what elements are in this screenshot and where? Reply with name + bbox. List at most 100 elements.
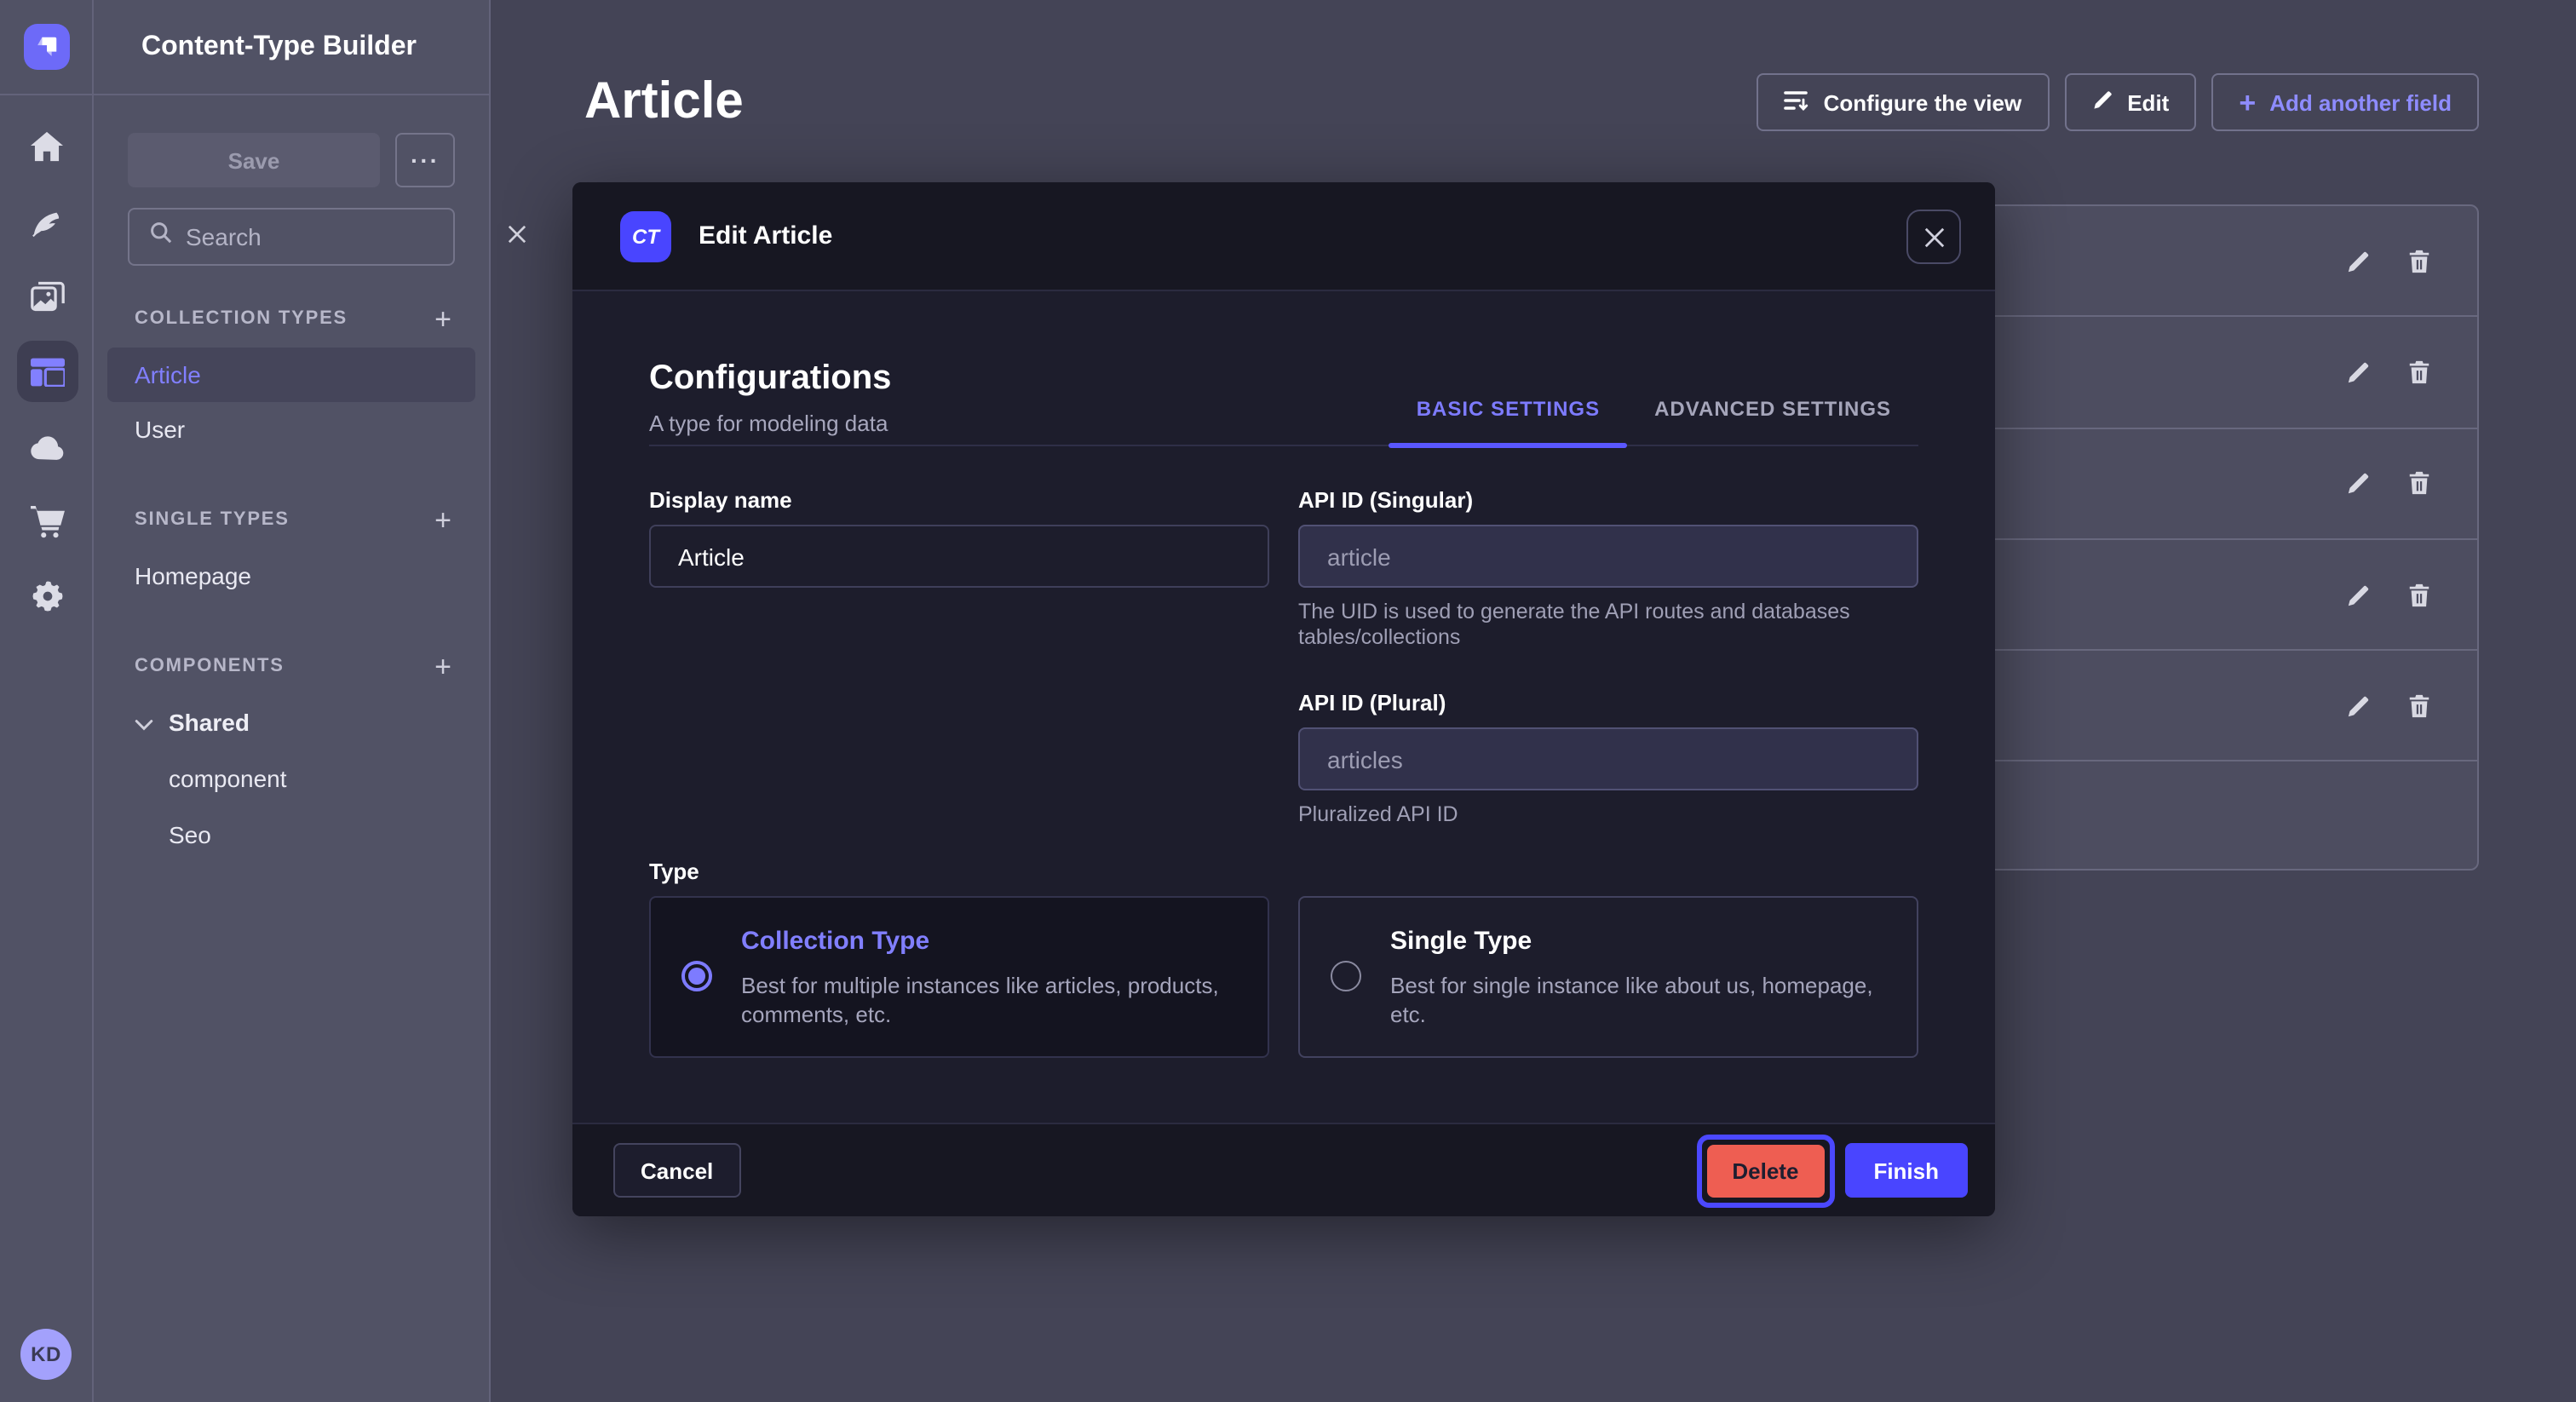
pencil-icon[interactable] [2344,359,2372,386]
option-text: Collection Type Best for multiple instan… [741,924,1227,1028]
option-description: Best for single instance like about us, … [1390,970,1876,1028]
user-avatar[interactable]: KD [20,1329,72,1380]
modal-header: CT Edit Article [572,182,1995,291]
api-id-singular-hint: The UID is used to generate the API rout… [1298,600,1918,649]
collection-type-option[interactable]: Collection Type Best for multiple instan… [649,895,1269,1057]
api-id-singular-label: API ID (Singular) [1298,487,1918,513]
config-form: Display name API ID (Singular) The UID i… [649,487,1918,827]
display-name-field[interactable] [649,525,1269,588]
cloud-icon[interactable] [0,409,94,484]
sidebar-controls: Save ··· [128,133,455,187]
type-options: Collection Type Best for multiple instan… [649,895,1918,1057]
api-id-plural-hint: Pluralized API ID [1298,802,1918,827]
add-single-type-icon[interactable]: + [434,505,451,534]
rail-icon-list [0,95,94,634]
api-id-plural-field[interactable] [1298,727,1918,790]
page-title: Article [584,68,744,136]
search-input-wrapper [128,208,455,266]
option-title: Single Type [1390,924,1876,958]
configure-view-button[interactable]: Configure the view [1757,73,2050,131]
trash-icon[interactable] [2406,247,2433,274]
strapi-logo-icon[interactable] [23,24,69,70]
trash-icon[interactable] [2406,581,2433,608]
sidebar-item-seo[interactable]: Seo [94,806,489,862]
marketplace-icon[interactable] [0,484,94,559]
config-heading: Configurations [649,356,891,400]
edit-article-modal: CT Edit Article Configurations A type fo… [572,182,1995,1216]
content-type-builder-icon[interactable] [0,334,94,409]
sidebar-item-user[interactable]: User [107,402,475,457]
modal-title: Edit Article [699,221,832,250]
app-root: Article Configure the view Edit [0,0,2576,1402]
edit-label: Edit [2127,89,2169,115]
search-input[interactable] [186,223,494,250]
tab-basic-settings[interactable]: BASIC SETTINGS [1389,397,1627,445]
config-heading-block: Configurations A type for modeling data [649,356,891,445]
sidebar-group-shared[interactable]: Shared [94,695,489,750]
content-type-badge: CT [620,210,671,261]
sidebar-item-article[interactable]: Article [107,348,475,402]
add-component-icon[interactable]: + [434,652,451,681]
modal-body: Configurations A type for modeling data … [572,356,1995,1057]
radio-unselected-icon[interactable] [1331,961,1361,991]
api-id-singular-field[interactable] [1298,525,1918,588]
save-button[interactable]: Save [128,133,380,187]
sidebar-item-homepage[interactable]: Homepage [107,549,475,603]
pencil-icon [2091,89,2113,116]
single-type-option[interactable]: Single Type Best for single instance lik… [1298,895,1918,1057]
section-header: SINGLE TYPES + [94,501,489,538]
feather-icon[interactable] [0,184,94,259]
pencil-icon[interactable] [2344,469,2372,497]
more-options-button[interactable]: ··· [395,133,455,187]
section-header: COLLECTION TYPES + [94,300,489,337]
home-icon[interactable] [0,109,94,184]
close-icon[interactable] [1906,210,1961,264]
section-collection-types: COLLECTION TYPES + Article User [94,300,489,457]
tab-advanced-settings[interactable]: ADVANCED SETTINGS [1627,397,1918,445]
type-section: Type Collection Type Best for multiple i… [649,858,1918,1057]
single-types-list: Homepage [94,549,489,603]
pencil-icon[interactable] [2344,692,2372,720]
type-label: Type [649,858,1918,883]
pencil-icon[interactable] [2344,581,2372,608]
configure-view-label: Configure the view [1824,89,2022,115]
pencil-icon[interactable] [2344,247,2372,274]
finish-button[interactable]: Finish [1844,1143,1968,1198]
clear-search-icon[interactable] [508,221,526,252]
section-label: SINGLE TYPES [135,509,290,530]
trash-icon[interactable] [2406,692,2433,720]
configure-view-icon [1785,88,1810,117]
group-label: Shared [169,709,250,736]
active-nav-tile [16,341,78,402]
radio-selected-icon[interactable] [681,961,712,991]
components-list: Shared component Seo [94,695,489,862]
api-id-plural-block: API ID (Plural) Pluralized API ID [1298,690,1918,827]
api-id-singular-block: API ID (Singular) The UID is used to gen… [1298,487,1918,649]
modal-footer: Cancel Delete Finish [572,1123,1995,1216]
collection-types-list: Article User [94,348,489,457]
plugin-title: Content-Type Builder [141,32,417,62]
plugin-header: Content-Type Builder [94,0,489,95]
api-id-plural-label: API ID (Plural) [1298,690,1918,715]
add-field-label: Add another field [2269,89,2452,115]
settings-icon[interactable] [0,559,94,634]
section-header: COMPONENTS + [94,647,489,685]
section-single-types: SINGLE TYPES + Homepage [94,501,489,603]
settings-tabs: BASIC SETTINGS ADVANCED SETTINGS [1389,397,1918,445]
add-another-field-button[interactable]: + Add another field [2211,73,2479,131]
display-name-block: Display name [649,487,1269,649]
delete-highlight-ring: Delete [1696,1134,1834,1207]
add-collection-type-icon[interactable]: + [434,304,451,333]
trash-icon[interactable] [2406,469,2433,497]
section-components: COMPONENTS + Shared component Seo [94,647,489,862]
cancel-button[interactable]: Cancel [613,1143,740,1198]
option-description: Best for multiple instances like article… [741,970,1227,1028]
trash-icon[interactable] [2406,359,2433,386]
footer-actions: Delete Finish [1696,1134,1968,1207]
sidebar-item-component[interactable]: component [94,750,489,806]
config-subheading: A type for modeling data [649,412,891,436]
section-label: COLLECTION TYPES [135,308,348,329]
delete-button[interactable]: Delete [1706,1144,1824,1197]
edit-button[interactable]: Edit [2064,73,2196,131]
media-library-icon[interactable] [0,259,94,334]
